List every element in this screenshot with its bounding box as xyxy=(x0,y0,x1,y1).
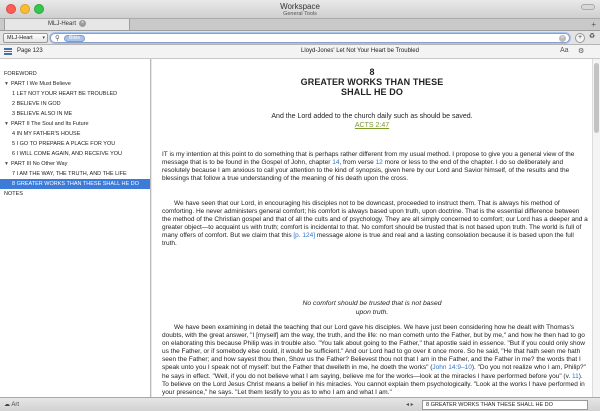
search-input[interactable] xyxy=(87,34,557,42)
disclosure-triangle-icon[interactable]: ▼ xyxy=(4,119,11,129)
nav-arrows-icon[interactable]: ◂ ▸ xyxy=(406,401,414,408)
add-icon[interactable]: + xyxy=(575,33,585,43)
toc-item-label: 3 BELIEVE ALSO IN ME xyxy=(12,111,73,117)
scripture-reference-link[interactable]: 11 xyxy=(572,373,579,380)
window-subtitle: General Tools xyxy=(283,11,317,17)
toc-item-label: 8 GREATER WORKS THAN THESE SHALL HE DO xyxy=(12,181,139,187)
page-label: Page 123 xyxy=(17,48,43,54)
toc-item[interactable]: ▼ PART III No Other Way xyxy=(0,159,150,169)
clear-search-icon[interactable]: × xyxy=(559,35,566,42)
disclosure-triangle-icon[interactable]: ▼ xyxy=(4,79,11,89)
toc-item-label: NOTES xyxy=(4,191,23,197)
toc-list-icon[interactable] xyxy=(4,48,12,55)
close-tab-icon[interactable]: × xyxy=(79,19,86,27)
toc-item[interactable]: FOREWORD xyxy=(0,69,150,79)
epigraph-reference-link[interactable]: ACTS 2:47 xyxy=(152,122,592,129)
epigraph-text: And the Lord added to the church daily s… xyxy=(271,113,473,120)
toc-item[interactable]: 7 I AM THE WAY, THE TRUTH, AND THE LIFE xyxy=(0,169,150,179)
scripture-reference-link[interactable]: 12 xyxy=(376,159,383,166)
toc-item[interactable]: 3 BELIEVE ALSO IN ME xyxy=(0,109,150,119)
toolbar: MLJ-Heart ▾ ⚲ Bible × + ♻ xyxy=(0,31,600,45)
toc-item[interactable]: 2 BELIEVE IN GOD xyxy=(0,99,150,109)
toc-item-label: PART I We Must Believe xyxy=(11,81,71,87)
status-left: ☁ Art xyxy=(4,401,19,408)
pull-quote-line1: No comfort should be trusted that is not… xyxy=(302,300,442,307)
resource-selector-label: MLJ-Heart xyxy=(7,35,33,41)
scripture-reference-link[interactable]: [p. 124] xyxy=(293,232,315,239)
status-left-label[interactable]: Art xyxy=(11,402,19,408)
location-field[interactable]: 8 GREATER WORKS THAN THESE SHALL HE DO xyxy=(422,400,588,410)
reading-icon[interactable]: ☁ xyxy=(4,402,10,408)
scripture-reference-link[interactable]: John 14:9–10 xyxy=(432,364,471,371)
tab-mlj-heart[interactable]: MLJ-Heart × xyxy=(4,19,130,31)
toc-item-label: 5 I GO TO PREPARE A PLACE FOR YOU xyxy=(12,141,116,147)
chevron-down-icon: ▾ xyxy=(42,35,45,41)
text-size-icon[interactable]: Aa xyxy=(560,47,569,54)
chapter-title-line2: SHALL HE DO xyxy=(341,87,403,97)
toc-item-label: 1 LET NOT YOUR HEART BE TROUBLED xyxy=(12,91,118,97)
toc-item[interactable]: 6 I WILL COME AGAIN, AND RECEIVE YOU xyxy=(0,149,150,159)
document-title: Lloyd-Jones' Let Not Your Heart be Troub… xyxy=(301,48,419,54)
toc-item-label: FOREWORD xyxy=(4,71,37,77)
chapter-number: 8 xyxy=(369,67,375,77)
table-of-contents: FOREWORD ▼ PART I We Must Believe 1 LET NOT… xyxy=(0,59,151,397)
chapter-title-line1: GREATER WORKS THAN THESE xyxy=(300,77,444,87)
search-box[interactable]: ⚲ Bible × xyxy=(50,33,570,43)
scrollbar-thumb[interactable] xyxy=(594,63,599,133)
toc-item-label: PART III No Other Way xyxy=(11,161,68,167)
reader-header: Page 123 Lloyd-Jones' Let Not Your Heart… xyxy=(0,45,600,59)
paragraph-text: , from verse xyxy=(339,159,376,167)
toolbar-toggle-button[interactable] xyxy=(581,4,595,10)
reader-scrollbar[interactable] xyxy=(592,59,600,397)
paragraph-1: IT is my intention at this point to do s… xyxy=(162,151,590,183)
toc-item[interactable]: ▼ PART I We Must Believe xyxy=(0,79,150,89)
search-scope-token[interactable]: Bible xyxy=(64,35,86,42)
tab-bar: MLJ-Heart × + xyxy=(0,19,600,31)
toc-item-label: 6 I WILL COME AGAIN, AND RECEIVE YOU xyxy=(12,151,123,157)
toc-item-label: PART II The Soul and Its Future xyxy=(11,121,89,127)
toc-item-label: 4 IN MY FATHER'S HOUSE xyxy=(12,131,81,137)
toc-item[interactable]: 4 IN MY FATHER'S HOUSE xyxy=(0,129,150,139)
status-bar: ☁ Art ◂ ▸ 8 GREATER WORKS THAN THESE SHA… xyxy=(0,397,600,411)
reader-pane: 8 GREATER WORKS THAN THESE SHALL HE DO A… xyxy=(152,59,592,397)
toc-item[interactable]: 5 I GO TO PREPARE A PLACE FOR YOU xyxy=(0,139,150,149)
recycle-icon[interactable]: ♻ xyxy=(587,33,597,43)
new-tab-icon[interactable]: + xyxy=(591,20,596,30)
window-titlebar: Workspace General Tools xyxy=(0,0,600,19)
gear-icon[interactable]: ⚙ xyxy=(578,47,584,55)
toc-item-label: 7 I AM THE WAY, THE TRUTH, AND THE LIFE xyxy=(12,171,127,177)
paragraph-3: We have been examining in detail the tea… xyxy=(162,324,590,397)
toc-item[interactable]: 1 LET NOT YOUR HEART BE TROUBLED xyxy=(0,89,150,99)
search-icon: ⚲ xyxy=(55,35,60,42)
pull-quote-line2: upon truth. xyxy=(355,309,389,316)
resource-selector[interactable]: MLJ-Heart ▾ xyxy=(3,33,48,43)
toc-item[interactable]: NOTES xyxy=(0,189,150,199)
toc-item-label: 2 BELIEVE IN GOD xyxy=(12,101,61,107)
disclosure-triangle-icon[interactable]: ▼ xyxy=(4,159,11,169)
toc-item[interactable]: 8 GREATER WORKS THAN THESE SHALL HE DO xyxy=(0,179,150,189)
paragraph-2: We have seen that our Lord, in encouragi… xyxy=(162,200,590,249)
tab-label: MLJ-Heart xyxy=(47,21,76,27)
window-title: Workspace xyxy=(280,2,320,11)
toc-item[interactable]: ▼ PART II The Soul and Its Future xyxy=(0,119,150,129)
